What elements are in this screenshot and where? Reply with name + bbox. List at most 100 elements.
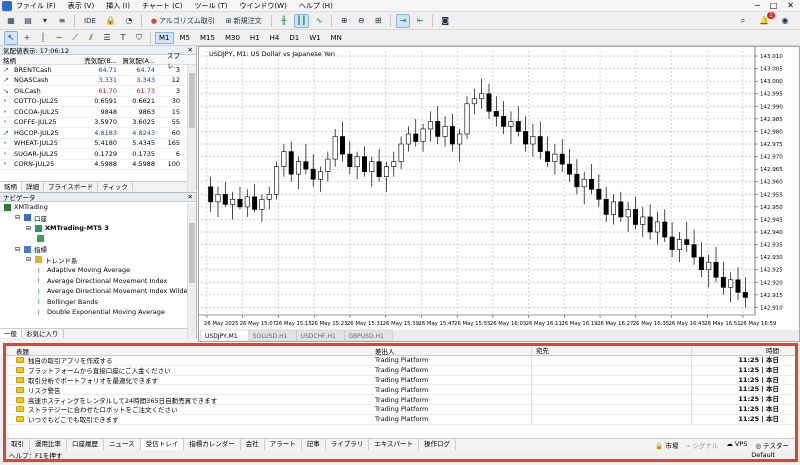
toolbox-tab[interactable]: 受信トレイ	[140, 438, 185, 451]
toolbox-tab[interactable]: ニュース	[104, 438, 141, 451]
market-watch-tab[interactable]: ティック	[98, 182, 133, 191]
market-watch-row[interactable]: ↗ HGCOP-JUL25 4.8183 4.8243 60	[0, 128, 196, 139]
dropdown-icon[interactable]: ▾	[38, 14, 52, 28]
market-watch-row[interactable]: • COTTO-JUL25 0.6591 0.6621 30	[0, 97, 196, 107]
channel-icon[interactable]: ⫽	[84, 31, 98, 45]
scrollbar-thumb[interactable]	[189, 223, 195, 283]
chart-tab[interactable]: GBPUSD,H1	[348, 333, 384, 340]
new-chart-icon[interactable]: ▦	[4, 14, 18, 28]
toolbox-tab[interactable]: エキスパート	[369, 438, 419, 451]
menu-item[interactable]: ファイル (F)	[16, 1, 56, 11]
navigator-tab[interactable]: お気に入り	[22, 329, 64, 338]
tile-windows-icon[interactable]: ⊞	[371, 14, 385, 28]
market-watch-row[interactable]: ↘ OILCash 61.70 61.73 3	[0, 86, 196, 97]
menu-item[interactable]: ウインドウ(W)	[239, 1, 286, 11]
toolbox-tab[interactable]: ライブラリ	[326, 438, 370, 451]
navigator-item[interactable]	[0, 234, 196, 245]
account-icon[interactable]: ◉	[778, 14, 792, 28]
navigator-item[interactable]: ⌇ Adaptive Moving Average	[0, 265, 196, 276]
chart-tab[interactable]: SOLUSD,H1	[253, 333, 288, 340]
scrollbar-thumb[interactable]	[189, 73, 195, 128]
market-watch-scrollbar[interactable]	[187, 65, 196, 191]
market-watch-row[interactable]: • WHEAT-JUL25 5.4180 5.4345 165	[0, 139, 196, 149]
timeframe-m30[interactable]: M30	[221, 32, 244, 44]
menu-item[interactable]: ヘルプ (H)	[299, 1, 333, 11]
market-watch-row[interactable]: ↗ NGASCash 3.331 3.343 12	[0, 76, 196, 86]
toolbox-tab[interactable]: 指標カレンダー	[184, 438, 241, 451]
column-header[interactable]: 時間	[691, 346, 795, 355]
timeframe-m1[interactable]: M1	[155, 31, 174, 44]
chart-shift-icon[interactable]: ⇤	[413, 14, 427, 28]
market-watch-row[interactable]: • COFFE-JUL25 3.5970 3.6025 55	[0, 118, 196, 128]
search-icon[interactable]: ⌕	[736, 14, 750, 28]
toolbox-link[interactable]: ◎ テスター	[755, 440, 789, 450]
close-icon[interactable]: ✕	[188, 46, 193, 54]
toolbox-tab[interactable]: 口座履歴	[67, 438, 104, 451]
trendline-icon[interactable]: ⟋	[68, 31, 82, 45]
navigator-item[interactable]: ⌇ Average Directional Movement Index	[0, 276, 196, 287]
chart-tab[interactable]: USDCHF,H1	[301, 333, 336, 340]
menu-item[interactable]: ツール (T)	[194, 1, 227, 11]
market-watch-tab[interactable]: 詳細	[22, 182, 44, 191]
toolbox-link[interactable]: ⌁ シグナル	[686, 440, 718, 450]
column-header[interactable]: 差出人	[371, 346, 531, 356]
history-icon[interactable]: ◔	[122, 14, 136, 28]
column-header[interactable]: 宛先	[531, 346, 691, 355]
price-chart[interactable]: 143.010 143.005 143.000 142.995 142.990 142.9…	[199, 47, 799, 341]
column-header[interactable]: 表題	[6, 346, 371, 356]
navigator-item[interactable]: ⌇ Bollinger Bands	[0, 297, 196, 308]
market-watch-row[interactable]: ↗ BRENTCash 64.71 64.74 3	[0, 65, 196, 76]
toolbox-link[interactable]: ☁ VPS	[726, 440, 747, 450]
bar-chart-icon[interactable]: ╫	[277, 14, 291, 28]
crosshair-icon[interactable]: +	[20, 31, 34, 45]
toolbox-tab[interactable]: 会社	[241, 438, 265, 451]
zoom-out-icon[interactable]: ⊖	[354, 14, 368, 28]
timeframe-m5[interactable]: M5	[176, 32, 195, 44]
close-icon[interactable]: ✕	[188, 193, 193, 201]
market-watch-row[interactable]: • CORN-JUL25 4.5988 4.5988 100	[0, 160, 196, 170]
notifications-button[interactable]: 🔔 1	[756, 11, 775, 28]
navigator-scrollbar[interactable]	[187, 203, 196, 338]
ide-button[interactable]: IDE	[80, 14, 100, 28]
navigator-item[interactable]: ⊟ 口座	[0, 213, 196, 224]
timeframe-h1[interactable]: H1	[246, 32, 264, 44]
collapse-icon[interactable]: ⊟	[15, 246, 22, 253]
timeframe-m15[interactable]: M15	[196, 32, 219, 44]
profiles-icon[interactable]: ▤	[21, 14, 35, 28]
collapse-icon[interactable]: ⊟	[15, 214, 22, 221]
new-order-button[interactable]: ⊞ 新規注文	[222, 14, 266, 28]
collapse-icon[interactable]: ⊟	[26, 225, 33, 232]
market-watch-icon[interactable]: ≡	[55, 14, 69, 28]
horizontal-line-icon[interactable]: ─	[52, 31, 66, 45]
minimize-icon[interactable]: ─	[755, 1, 760, 10]
toolbox-link[interactable]: 🔒 市場	[655, 440, 678, 450]
column-header[interactable]: 買気配(A...	[120, 55, 158, 65]
fibonacci-icon[interactable]: ☰	[100, 31, 114, 45]
navigator-item[interactable]: XMTrading	[0, 202, 196, 213]
text-icon[interactable]: T	[116, 31, 130, 45]
toolbox-tab[interactable]: 操作ログ	[419, 438, 456, 451]
market-watch-tab[interactable]: 銘柄	[0, 182, 22, 191]
navigator-item[interactable]: ⊟ XMTrading-MT5 3	[0, 223, 196, 234]
timeframe-w1[interactable]: W1	[305, 32, 324, 44]
chart-tab[interactable]: USDJPY,M1	[205, 333, 238, 340]
menu-item[interactable]: 表示 (V)	[68, 1, 94, 11]
menu-item[interactable]: チャート (C)	[142, 1, 183, 11]
toolbox-tab[interactable]: アラート	[265, 438, 302, 451]
chart-window[interactable]: 143.010 143.005 143.000 142.995 142.990 142.9…	[198, 46, 800, 342]
autoscroll-icon[interactable]: ⇥	[396, 13, 411, 28]
market-watch-row[interactable]: • SUGAR-JUL25 0.1729 0.1735 6	[0, 149, 196, 160]
navigator-item[interactable]: ⊟ 指標	[0, 244, 196, 255]
navigator-item[interactable]: ⊟ トレンド系	[0, 255, 196, 266]
navigator-item[interactable]: ⌇ Average Directional Movement Index Wild…	[0, 286, 196, 297]
market-watch-tab[interactable]: プライスボード	[44, 182, 99, 191]
menu-item[interactable]: 挿入 (I)	[106, 1, 130, 11]
zoom-in-icon[interactable]: ⊕	[337, 14, 351, 28]
navigator-item[interactable]: ⌇ Double Exponential Moving Average	[0, 307, 196, 318]
market-watch-row[interactable]: • COCOA-JUL25 9848 9863 15	[0, 107, 196, 118]
shapes-icon[interactable]: ⛉	[132, 31, 146, 45]
screenshot-icon[interactable]: ◙	[438, 14, 452, 28]
maximize-icon[interactable]: □	[770, 1, 778, 10]
algo-trading-button[interactable]: ● アルゴリズム取引	[147, 14, 219, 28]
candlestick-chart-icon[interactable]: ┃┃	[293, 13, 310, 28]
